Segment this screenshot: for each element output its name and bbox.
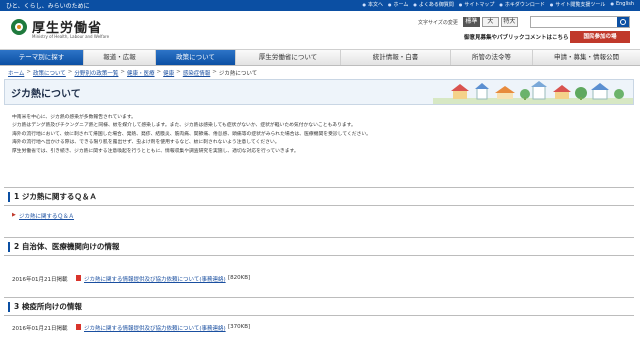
font-size-xlarge-button[interactable]: 特大 (500, 17, 518, 27)
section-title: 3 検疫所向けの情報 (14, 302, 82, 311)
breadcrumb-separator: > (67, 69, 73, 75)
intro-paragraph: 海外の流行地において、蚊に刺されて帰国した場合、発熱、発疹、結膜炎、筋肉痛、関節… (12, 131, 371, 137)
breadcrumb-separator: > (26, 69, 31, 75)
ministry-name-en: Ministry of Health, Labour and Welfare (32, 34, 110, 39)
global-nav: テーマ別に探す 報道・広報 政策について 厚生労働省について 統計情報・白書 所… (0, 49, 640, 66)
intro-paragraph: 厚生労働省では、引き続き、ジカ熱に関する注意喚起を行うとともに、情報収集や調査研… (12, 148, 299, 154)
breadcrumb-separator: > (120, 69, 126, 75)
utility-link-faq[interactable]: よくある御質問 (413, 1, 454, 8)
nav-item-press[interactable]: 報道・広報 (84, 50, 156, 65)
breadcrumb-health-medical[interactable]: 健康・医療 (127, 69, 155, 77)
section-title: 1 ジカ熱に関するＱ＆Ａ (14, 192, 97, 201)
utility-link-home[interactable]: ホーム (388, 1, 409, 8)
nav-item-policy[interactable]: 政策について (156, 50, 236, 65)
section-heading: 3 検疫所向けの情報 (4, 300, 634, 314)
utility-link-sitemap[interactable]: サイトマップ (459, 1, 494, 8)
search-input[interactable] (531, 17, 617, 27)
section-title: 2 自治体、医療機関向けの情報 (14, 242, 120, 251)
breadcrumb-health[interactable]: 健康 (163, 69, 174, 77)
utility-link-english[interactable]: English (610, 1, 634, 8)
intro-paragraph: ジカ熱はデング熱及びチクングニア熱と同様、蚊を媒介して感染します。また、ジカ熱は… (12, 123, 356, 129)
ministry-logo-icon (11, 19, 27, 35)
intro-paragraph: 中南米を中心に、ジカ熱の感染が多数報告されています。 (12, 115, 136, 120)
section-heading: 1 ジカ熱に関するＱ＆Ａ (4, 190, 634, 204)
breadcrumb-separator: > (176, 69, 181, 75)
nav-item-themes[interactable]: テーマ別に探す (0, 50, 84, 65)
breadcrumb-separator: > (212, 69, 217, 75)
top-utility-bar: ひと、くらし、みらいのために 本文へ ホーム よくある御質問 サイトマップ ホキ… (0, 0, 640, 11)
posted-date: 2016年01月21日掲載 (12, 326, 68, 332)
nav-item-about[interactable]: 厚生労働省について (236, 50, 341, 65)
ministry-logo[interactable]: 厚生労働省 Ministry of Health, Labour and Wel… (10, 15, 120, 43)
link-bullet-icon: ▶ (12, 212, 16, 218)
section-marker (8, 192, 10, 202)
font-size-label: 文字サイズの変更 (418, 19, 458, 26)
nav-item-applications[interactable]: 申請・募集・情報公開 (533, 50, 640, 65)
font-size-large-button[interactable]: 大 (481, 17, 499, 27)
section-heading: 2 自治体、医療機関向けの情報 (4, 240, 634, 254)
section-marker (8, 242, 10, 252)
section-divider (4, 255, 634, 256)
nav-item-statistics[interactable]: 統計情報・白書 (341, 50, 451, 65)
section-divider (4, 297, 634, 298)
posted-date: 2016年01月21日掲載 (12, 277, 68, 283)
site-header: 厚生労働省 Ministry of Health, Labour and Wel… (0, 11, 640, 46)
section-marker (8, 302, 10, 312)
breadcrumb-policy[interactable]: 政策について (33, 69, 66, 77)
site-search (530, 16, 630, 28)
section-divider (4, 187, 634, 188)
section-divider (4, 205, 634, 206)
breadcrumb-current: ジカ熱について (218, 71, 258, 77)
notice-pdf-link[interactable]: ジカ熱に関する情報提供及び協力依頼について(事務連絡) (84, 324, 226, 332)
breadcrumb-infection-info[interactable]: 感染症情報 (183, 69, 211, 77)
pdf-icon (76, 324, 81, 330)
utility-links: 本文へ ホーム よくある御質問 サイトマップ ホキダウンロード サイト閲覧支援ツ… (363, 1, 634, 8)
intro-text: 中南米を中心に、ジカ熱の感染が多数報告されています。 ジカ熱はデング熱及びチクン… (12, 114, 622, 156)
breadcrumb-separator: > (156, 69, 162, 75)
file-size: [370KB] (228, 324, 251, 330)
notice-pdf-link[interactable]: ジカ熱に関する情報提供及び協力依頼について(事務連絡) (84, 275, 226, 283)
font-size-standard-button[interactable]: 標準 (462, 17, 480, 27)
intro-paragraph: 海外の流行地へ出かける際は、できる限り肌を露出せず、虫よけ剤を使用するなど、蚊に… (12, 140, 280, 146)
section-divider (4, 237, 634, 238)
participate-button[interactable]: 国民参加の場 (570, 31, 630, 43)
breadcrumb: ホーム > 政策について > 分野別の政策一覧 > 健康・医療 > 健康 > 感染症情報 >… (8, 69, 257, 77)
utility-link-skip[interactable]: 本文へ (363, 1, 383, 8)
search-icon[interactable] (617, 17, 629, 27)
pdf-icon (76, 275, 81, 281)
page-title: ジカ熱について (11, 89, 81, 100)
section-divider (4, 315, 634, 316)
nav-item-laws[interactable]: 所管の法令等 (451, 50, 533, 65)
file-size: [820KB] (228, 275, 251, 281)
utility-link-accessibility[interactable]: サイト閲覧支援ツール (550, 1, 605, 8)
breadcrumb-home[interactable]: ホーム (8, 69, 24, 77)
town-illustration (433, 81, 633, 104)
breadcrumb-policy-list[interactable]: 分野別の政策一覧 (74, 69, 118, 77)
public-comment-link[interactable]: 御意見募集やパブリックコメントはこちら (464, 33, 569, 41)
utility-link-download[interactable]: ホキダウンロード (499, 1, 545, 8)
page-title-banner: ジカ熱について (4, 79, 634, 105)
site-tagline: ひと、くらし、みらいのために (6, 3, 90, 10)
qa-link[interactable]: ジカ熱に関するＱ＆Ａ (19, 212, 74, 220)
font-size-switcher: 文字サイズの変更 標準 大 特大 (418, 17, 518, 27)
